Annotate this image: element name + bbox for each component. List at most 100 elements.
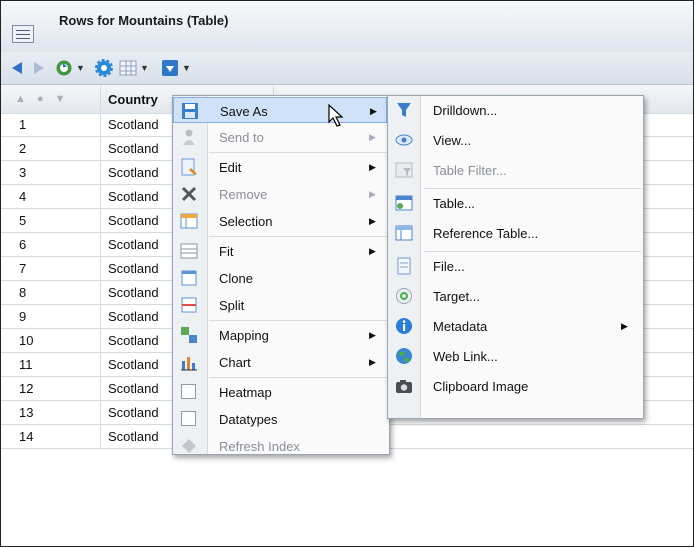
menu-item-label: Split [219, 298, 245, 313]
menu-item-reference-table[interactable]: Reference Table... [388, 220, 641, 246]
menu-item-label: Metadata [433, 319, 488, 334]
edit-icon [181, 158, 197, 176]
menu-item-label: Drilldown... [433, 103, 498, 118]
menu-item-label: View... [433, 133, 472, 148]
menu-item-table-filter: Table Filter... [388, 157, 641, 183]
fit-icon [180, 243, 198, 259]
chevron-down-icon: ▼ [182, 63, 191, 73]
globe-icon [396, 348, 412, 364]
target-icon [396, 288, 412, 304]
menu-item-chart[interactable]: Chart ▶ [173, 349, 387, 375]
view-mode-button[interactable]: ▼ [119, 58, 149, 78]
row-number: 14 [1, 425, 101, 448]
row-number: 4 [1, 185, 101, 208]
selection-icon [180, 213, 198, 229]
menu-item-label: Selection [219, 214, 273, 229]
menu-item-split[interactable]: Split [173, 292, 387, 318]
context-menu: Save As ▶ Send to ▶ Edit ▶ Remove ▶ Selection ▶ Fi… [172, 95, 390, 455]
table-icon [12, 25, 34, 43]
back-icon[interactable] [9, 58, 25, 78]
submenu-arrow-icon: ▶ [369, 162, 376, 172]
menu-separator [209, 152, 387, 153]
row-number: 10 [1, 329, 101, 352]
checkbox-icon[interactable] [181, 411, 196, 426]
menu-separator [424, 251, 641, 252]
submenu-arrow-icon: ▶ [621, 321, 628, 331]
submenu-arrow-icon: ▶ [369, 216, 376, 226]
menu-item-fit[interactable]: Fit ▶ [173, 238, 387, 264]
menu-item-label: Clipboard Image [433, 379, 529, 394]
mapping-icon [181, 327, 197, 343]
menu-item-label: Reference Table... [433, 226, 539, 241]
grid-view-icon [119, 60, 137, 76]
forward-icon[interactable] [31, 58, 47, 78]
menu-item-table[interactable]: Table... [388, 190, 641, 216]
mouse-cursor-icon [328, 104, 344, 127]
row-number: 8 [1, 281, 101, 304]
table-window: Rows for Mountains (Table) ▼ ▼ ▼ ▲ ● ▼ C… [0, 0, 694, 547]
row-number: 6 [1, 233, 101, 256]
menu-item-label: Table Filter... [433, 163, 507, 178]
menu-item-label: Target... [433, 289, 480, 304]
menu-item-mapping[interactable]: Mapping ▶ [173, 322, 387, 348]
menu-item-label: Heatmap [219, 385, 272, 400]
submenu-arrow-icon: ▶ [369, 132, 376, 142]
menu-item-refresh-index: Refresh Index [173, 433, 387, 459]
menu-item-selection[interactable]: Selection ▶ [173, 208, 387, 234]
submenu-arrow-icon: ▶ [369, 189, 376, 199]
chevron-down-icon: ▼ [76, 63, 85, 73]
row-number: 2 [1, 137, 101, 160]
menu-separator [209, 377, 387, 378]
menu-item-label: Web Link... [433, 349, 498, 364]
menu-item-label: Edit [219, 160, 242, 175]
row-number: 5 [1, 209, 101, 232]
menu-item-clipboard-image[interactable]: Clipboard Image [388, 373, 641, 399]
save-as-submenu: Drilldown... View... Table Filter... Table.… [387, 95, 644, 419]
submenu-arrow-icon: ▶ [369, 330, 376, 340]
refresh-icon [182, 439, 196, 453]
download-icon [162, 60, 178, 76]
table-icon [395, 195, 413, 211]
toolbar: ▼ ▼ ▼ [1, 52, 693, 85]
menu-item-heatmap[interactable]: Heatmap [173, 379, 387, 405]
menu-item-datatypes[interactable]: Datatypes [173, 406, 387, 432]
submenu-arrow-icon: ▶ [369, 357, 376, 367]
menu-item-drilldown[interactable]: Drilldown... [388, 97, 641, 123]
row-number: 13 [1, 401, 101, 424]
submenu-arrow-icon: ▶ [370, 106, 377, 116]
menu-separator [209, 320, 387, 321]
menu-item-web-link[interactable]: Web Link... [388, 343, 641, 369]
header-controls[interactable]: ▲ ● ▼ [1, 85, 101, 113]
row-number: 7 [1, 257, 101, 280]
menu-item-view[interactable]: View... [388, 127, 641, 153]
menu-item-file[interactable]: File... [388, 253, 641, 279]
menu-item-label: Mapping [219, 328, 269, 343]
globe-refresh-icon [56, 60, 72, 76]
checkbox-icon[interactable] [181, 384, 196, 399]
menu-separator [424, 188, 641, 189]
clone-icon [181, 270, 197, 286]
export-menu-button[interactable]: ▼ [161, 58, 191, 78]
menu-item-label: Chart [219, 355, 251, 370]
history-menu-button[interactable]: ▼ [55, 58, 85, 78]
menu-item-label: Table... [433, 196, 475, 211]
title-bar: Rows for Mountains (Table) [1, 1, 693, 52]
camera-icon [396, 380, 412, 393]
user-icon [183, 129, 195, 145]
row-number: 11 [1, 353, 101, 376]
save-icon [182, 103, 198, 119]
menu-item-edit[interactable]: Edit ▶ [173, 154, 387, 180]
menu-item-metadata[interactable]: Metadata ▶ [388, 313, 641, 339]
menu-item-clone[interactable]: Clone [173, 265, 387, 291]
menu-item-label: Refresh Index [219, 439, 300, 454]
window-title: Rows for Mountains (Table) [59, 13, 229, 28]
menu-item-send-to: Send to ▶ [173, 124, 387, 150]
info-icon [396, 318, 412, 334]
menu-item-label: Datatypes [219, 412, 278, 427]
menu-item-label: Clone [219, 271, 253, 286]
menu-item-save-as[interactable]: Save As ▶ [173, 97, 387, 123]
filter-icon [397, 103, 411, 117]
menu-item-target[interactable]: Target... [388, 283, 641, 309]
settings-icon[interactable] [95, 58, 113, 78]
submenu-arrow-icon: ▶ [369, 246, 376, 256]
